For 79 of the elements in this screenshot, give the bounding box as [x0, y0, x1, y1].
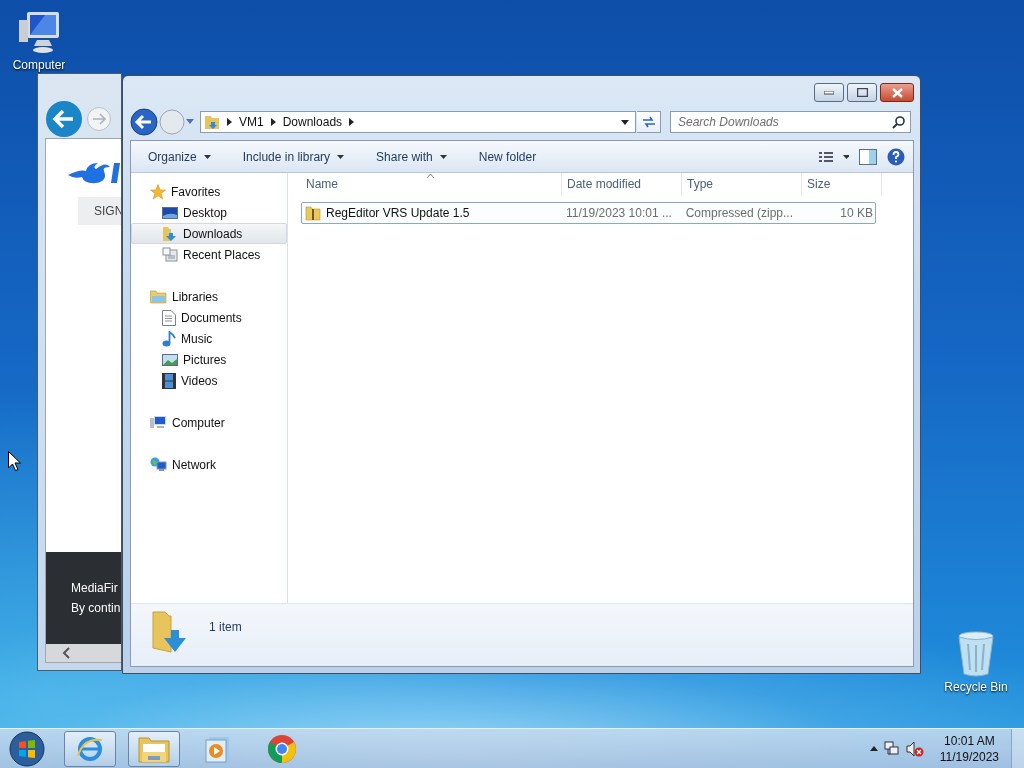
taskbar-button[interactable]: [64, 730, 116, 767]
column-header[interactable]: Name: [301, 173, 562, 196]
desktop-icon-label[interactable]: Computer: [12, 58, 66, 72]
file-name: RegEditor VRS Update 1.5: [326, 206, 470, 220]
nav-item[interactable]: Music: [131, 328, 287, 349]
back-icon[interactable]: [45, 100, 83, 138]
refresh-button[interactable]: [637, 111, 661, 133]
nav-item[interactable]: Desktop: [131, 202, 287, 223]
network-icon: [150, 457, 167, 472]
music-note-icon: [162, 330, 176, 347]
back-icon[interactable]: [130, 108, 158, 136]
close-button[interactable]: [880, 83, 914, 102]
muted-speaker-icon[interactable]: [905, 740, 924, 757]
toolbar-button[interactable]: Organize: [141, 145, 218, 168]
network-icon[interactable]: [883, 740, 900, 757]
breadcrumb[interactable]: Downloads: [282, 115, 343, 129]
computer-icon: [150, 415, 167, 430]
clock-time[interactable]: 10:01 AM: [944, 732, 995, 749]
start-button[interactable]: [8, 729, 46, 768]
view-options-icon[interactable]: [819, 150, 849, 163]
film-icon: [162, 372, 176, 389]
cursor-icon: [8, 451, 21, 471]
nav-item[interactable]: Pictures: [131, 349, 287, 370]
clock-date[interactable]: 11/19/2023: [939, 748, 999, 765]
document-icon: [162, 309, 176, 326]
breadcrumb[interactable]: VM1: [239, 115, 264, 129]
nav-item[interactable]: Recent Places: [131, 244, 287, 265]
breadcrumb-arrow-icon[interactable]: [227, 118, 232, 126]
downloads-folder-icon: [151, 610, 189, 654]
toolbar-button[interactable]: New folder: [471, 145, 544, 168]
recent-places-icon: [162, 246, 178, 263]
breadcrumb-arrow-icon[interactable]: [270, 118, 276, 126]
downloads-folder-icon: [162, 225, 178, 242]
desktop-icon: [162, 205, 178, 220]
item-count: 1 item: [209, 620, 242, 634]
minimize-icon: [824, 90, 834, 95]
maximize-icon: [856, 88, 868, 97]
search-icon[interactable]: [892, 116, 905, 129]
zip-folder-icon: [305, 205, 321, 221]
address-bar[interactable]: VM1 Downloads: [200, 111, 636, 133]
date-modified-cell-text: 11/19/2023 10:01 ...: [565, 206, 673, 220]
preview-pane-icon[interactable]: [859, 148, 877, 165]
nav-item[interactable]: Computer: [131, 412, 287, 433]
picture-icon: [162, 352, 178, 367]
help-icon[interactable]: [887, 147, 905, 166]
refresh-icon: [641, 116, 656, 128]
scroll-left-icon[interactable]: [62, 647, 72, 659]
nav-item[interactable]: Favorites: [131, 181, 287, 202]
column-header[interactable]: Type: [682, 173, 802, 196]
browser-icon: [267, 733, 297, 764]
dropdown-icon[interactable]: [621, 119, 629, 125]
nav-item[interactable]: Libraries: [131, 286, 287, 307]
nav-item[interactable]: Network: [131, 454, 287, 475]
column-header[interactable]: Date modified: [562, 173, 682, 196]
show-hidden-icons-icon[interactable]: [869, 746, 878, 751]
libraries-icon: [150, 289, 167, 304]
breadcrumb-arrow-icon[interactable]: [349, 118, 355, 126]
banner-text: By contin: [71, 601, 121, 615]
play-icon: [205, 734, 231, 763]
nav-item[interactable]: Videos: [131, 370, 287, 391]
type-cell-text: Compressed (zipp...: [684, 206, 795, 220]
search-field[interactable]: Search Downloads: [670, 111, 911, 133]
toolbar-button[interactable]: Include in library: [235, 145, 352, 168]
nav-item[interactable]: Documents: [131, 307, 287, 328]
column-header[interactable]: Size: [802, 173, 882, 196]
nav-item[interactable]: Downloads: [131, 223, 287, 244]
horizontal-scrollbar[interactable]: [46, 644, 121, 662]
recycle-bin-icon[interactable]: [956, 630, 996, 678]
folder-icon: [138, 734, 170, 763]
minimize-button[interactable]: [814, 83, 844, 102]
maximize-button[interactable]: [847, 83, 877, 102]
taskbar-button[interactable]: [128, 730, 180, 767]
close-icon: [891, 87, 903, 98]
size-cell-text: 10 KB: [839, 206, 874, 220]
file-row[interactable]: RegEditor VRS Update 1.5 11/19/2023 10:01 ... Compressed (zipp... 10 KB: [301, 202, 876, 224]
star-icon: [150, 183, 166, 200]
banner-text: MediaFir: [71, 581, 119, 595]
toolbar-button[interactable]: Share with: [369, 145, 454, 168]
downloads-folder-icon: [204, 114, 220, 130]
